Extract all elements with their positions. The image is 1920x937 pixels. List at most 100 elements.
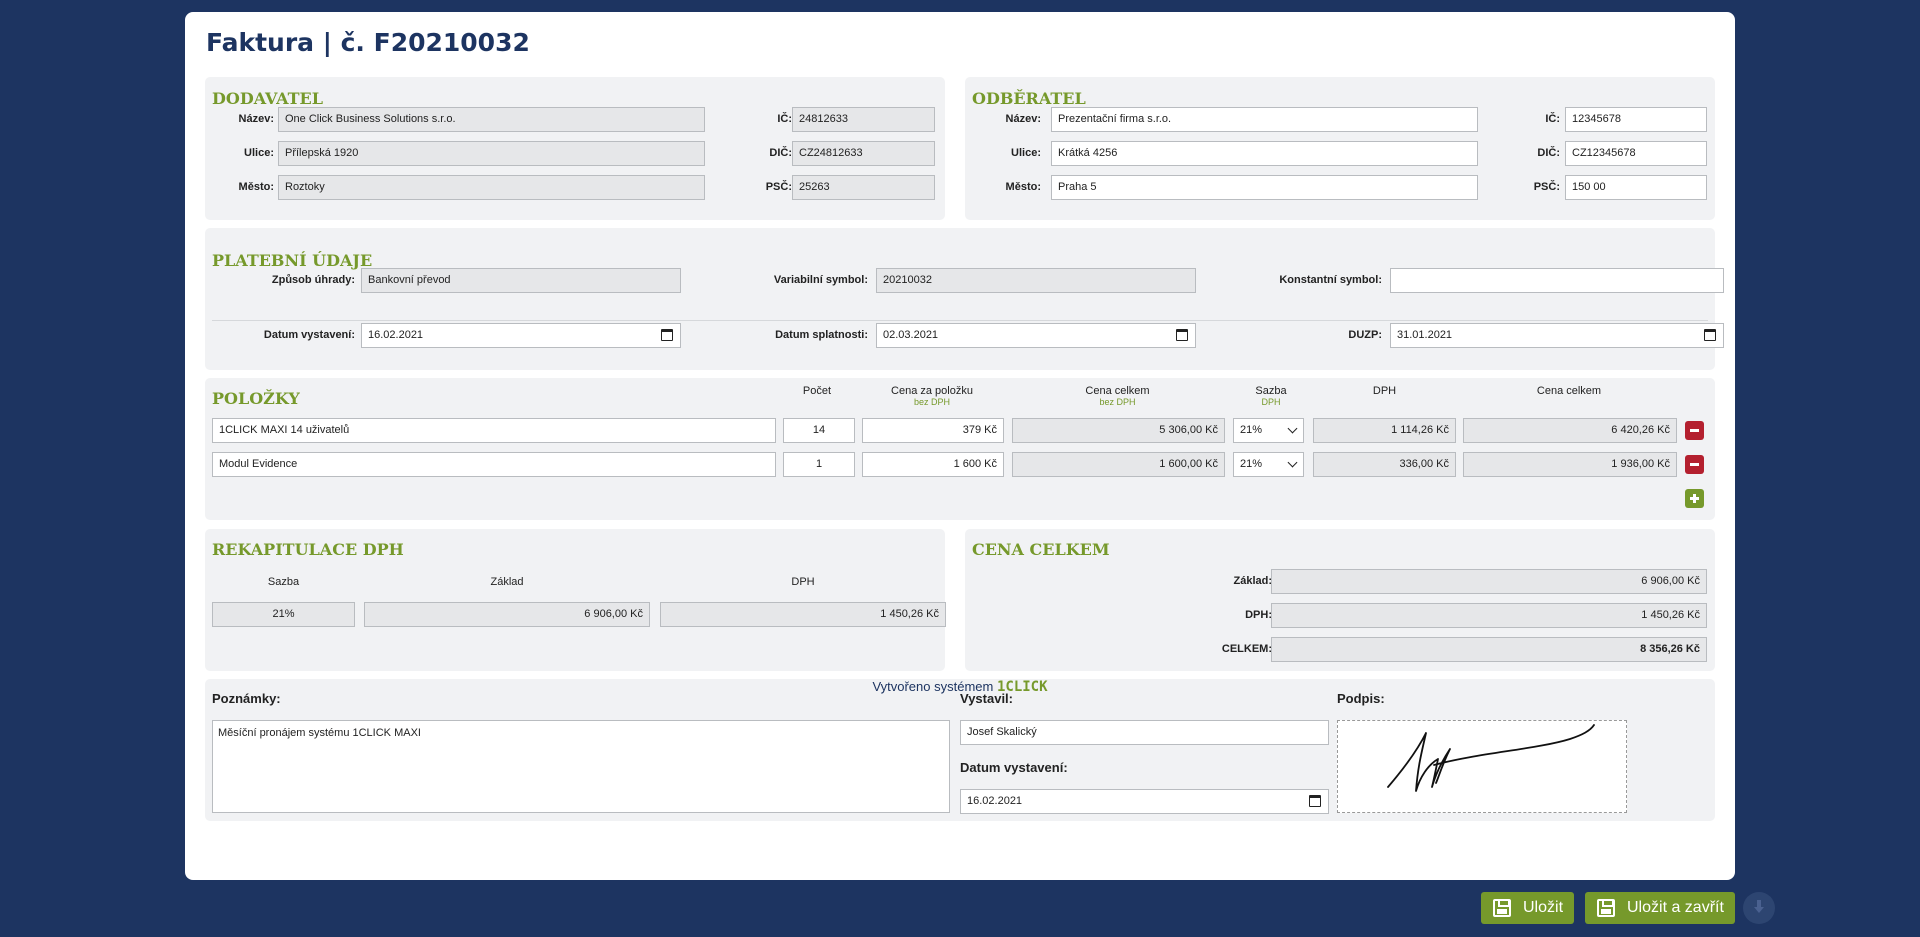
supplier-street-field[interactable]: Přílepská 1920 xyxy=(278,141,705,166)
calendar-icon[interactable] xyxy=(1176,329,1188,341)
vat-summary-heading: REKAPITULACE DPH xyxy=(212,540,404,559)
save-and-close-button[interactable]: Uložit a zavřít xyxy=(1585,892,1735,924)
constant-symbol-field[interactable] xyxy=(1390,268,1724,293)
item-rate-select[interactable]: 21% xyxy=(1233,418,1304,443)
page-title: Faktura | č. F20210032 xyxy=(206,28,530,57)
item-rate-select[interactable]: 21% xyxy=(1233,452,1304,477)
customer-dic-label: DIČ: xyxy=(1537,147,1560,159)
scroll-down-button[interactable] xyxy=(1743,892,1775,924)
floppy-icon xyxy=(1493,899,1511,917)
save-button[interactable]: Uložit xyxy=(1481,892,1574,924)
customer-section: ODBĚRATEL Název: Prezentační firma s.r.o… xyxy=(965,77,1715,220)
item-count-field[interactable]: 1 xyxy=(783,452,855,477)
vat-summary-section: REKAPITULACE DPH Sazba Základ DPH 21% 6 … xyxy=(205,529,946,671)
due-date-field[interactable]: 02.03.2021 xyxy=(876,323,1196,348)
col-total-header: Cena celkem xyxy=(1536,385,1602,397)
supplier-name-label: Název: xyxy=(238,113,274,125)
calendar-icon[interactable] xyxy=(1309,795,1321,807)
calendar-icon[interactable] xyxy=(1704,329,1716,341)
customer-ic-field[interactable]: 12345678 xyxy=(1565,107,1707,132)
notes-section: Poznámky: Měsíční pronájem systému 1CLIC… xyxy=(205,679,1715,821)
save-button-label: Uložit xyxy=(1523,899,1564,916)
item-total-net-field[interactable]: 5 306,00 Kč xyxy=(1012,418,1225,443)
duzp-field[interactable]: 31.01.2021 xyxy=(1390,323,1724,348)
col-total-net-header: Cena celkem bez DPH xyxy=(1085,385,1150,407)
signature-pad[interactable] xyxy=(1337,720,1627,813)
item-total-field[interactable]: 6 420,26 Kč xyxy=(1463,418,1677,443)
totals-base-label: Základ: xyxy=(1233,575,1272,587)
customer-name-label: Název: xyxy=(1005,113,1041,125)
supplier-city-field[interactable]: Roztoky xyxy=(278,175,705,200)
vat-rate-field[interactable]: 21% xyxy=(212,602,355,627)
constant-symbol-label: Konstantní symbol: xyxy=(1279,274,1382,286)
variable-symbol-label: Variabilní symbol: xyxy=(773,274,868,286)
due-date-label: Datum splatnosti: xyxy=(775,329,868,341)
totals-vat-field[interactable]: 1 450,26 Kč xyxy=(1271,603,1707,628)
item-vat-field[interactable]: 1 114,26 Kč xyxy=(1313,418,1456,443)
items-section: POLOŽKY Počet Cena za položku bez DPH Cen… xyxy=(205,378,1715,520)
vat-base-header: Základ xyxy=(490,576,524,588)
item-unit-price-field[interactable]: 1 600 Kč xyxy=(862,452,1004,477)
issue-date-field[interactable]: 16.02.2021 xyxy=(361,323,681,348)
payment-section: PLATEBNÍ ÚDAJE Způsob úhrady: Bankovní p… xyxy=(205,228,1724,370)
customer-street-label: Ulice: xyxy=(1011,147,1041,159)
signature-drawing xyxy=(1387,724,1595,792)
due-date-value: 02.03.2021 xyxy=(883,329,939,341)
supplier-street-label: Ulice: xyxy=(244,147,274,159)
supplier-dic-field[interactable]: CZ24812633 xyxy=(792,141,935,166)
add-item-button[interactable] xyxy=(1685,489,1704,508)
calendar-icon[interactable] xyxy=(661,329,673,341)
customer-psc-field[interactable]: 150 00 xyxy=(1565,175,1707,200)
supplier-dic-label: DIČ: xyxy=(769,147,792,159)
item-rate-value: 21% xyxy=(1240,424,1263,436)
payment-divider xyxy=(212,320,1708,321)
supplier-heading: DODAVATEL xyxy=(212,89,323,108)
item-name-field[interactable]: 1CLICK MAXI 14 uživatelů xyxy=(212,418,776,443)
issued-date-field[interactable]: 16.02.2021 xyxy=(960,789,1329,814)
item-unit-price-field[interactable]: 379 Kč xyxy=(862,418,1004,443)
totals-total-field[interactable]: 8 356,26 Kč xyxy=(1271,637,1707,662)
customer-dic-field[interactable]: CZ12345678 xyxy=(1565,141,1707,166)
totals-base-field[interactable]: 6 906,00 Kč xyxy=(1271,569,1707,594)
item-count-field[interactable]: 14 xyxy=(783,418,855,443)
invoice-card: Faktura | č. F20210032 DODAVATEL Název: … xyxy=(185,12,1735,880)
col-count-header: Počet xyxy=(802,385,832,397)
col-vat-header: DPH xyxy=(1372,385,1397,397)
vat-rate-header: Sazba xyxy=(267,576,300,588)
customer-city-field[interactable]: Praha 5 xyxy=(1051,175,1478,200)
footer-text: Vytvořeno systémem xyxy=(872,679,994,694)
vat-base-field[interactable]: 6 906,00 Kč xyxy=(364,602,650,627)
customer-name-field[interactable]: Prezentační firma s.r.o. xyxy=(1051,107,1478,132)
issue-date-label: Datum vystavení: xyxy=(263,329,355,341)
issued-date-label: Datum vystavení: xyxy=(960,760,1068,775)
chevron-down-icon xyxy=(1287,423,1298,434)
supplier-ic-field[interactable]: 24812633 xyxy=(792,107,935,132)
item-total-net-field[interactable]: 1 600,00 Kč xyxy=(1012,452,1225,477)
payment-method-field[interactable]: Bankovní převod xyxy=(361,268,681,293)
totals-vat-label: DPH: xyxy=(1245,609,1272,621)
totals-section: CENA CELKEM Základ: 6 906,00 Kč DPH: 1 4… xyxy=(965,529,1715,671)
customer-street-field[interactable]: Krátká 4256 xyxy=(1051,141,1478,166)
supplier-psc-field[interactable]: 25263 xyxy=(792,175,935,200)
remove-item-button[interactable] xyxy=(1685,455,1704,474)
item-rate-value: 21% xyxy=(1240,458,1263,470)
item-vat-field[interactable]: 336,00 Kč xyxy=(1313,452,1456,477)
variable-symbol-field[interactable]: 20210032 xyxy=(876,268,1196,293)
issued-by-field[interactable]: Josef Skalický xyxy=(960,720,1329,745)
brand-logo[interactable]: 1CLICK xyxy=(997,679,1048,695)
totals-total-label: CELKEM: xyxy=(1221,643,1272,655)
remove-item-button[interactable] xyxy=(1685,421,1704,440)
save-and-close-label: Uložit a zavřít xyxy=(1627,899,1724,916)
customer-heading: ODBĚRATEL xyxy=(972,89,1086,108)
supplier-ic-label: IČ: xyxy=(777,113,792,125)
supplier-name-field[interactable]: One Click Business Solutions s.r.o. xyxy=(278,107,705,132)
item-total-field[interactable]: 1 936,00 Kč xyxy=(1463,452,1677,477)
payment-method-label: Způsob úhrady: xyxy=(271,274,355,286)
customer-city-label: Město: xyxy=(1005,181,1041,193)
item-name-field[interactable]: Modul Evidence xyxy=(212,452,776,477)
supplier-city-label: Město: xyxy=(238,181,274,193)
items-heading: POLOŽKY xyxy=(212,389,300,408)
col-unit-price-header: Cena za položku bez DPH xyxy=(891,385,973,407)
notes-textarea[interactable]: Měsíční pronájem systému 1CLICK MAXI xyxy=(212,720,950,813)
vat-amount-field[interactable]: 1 450,26 Kč xyxy=(660,602,946,627)
